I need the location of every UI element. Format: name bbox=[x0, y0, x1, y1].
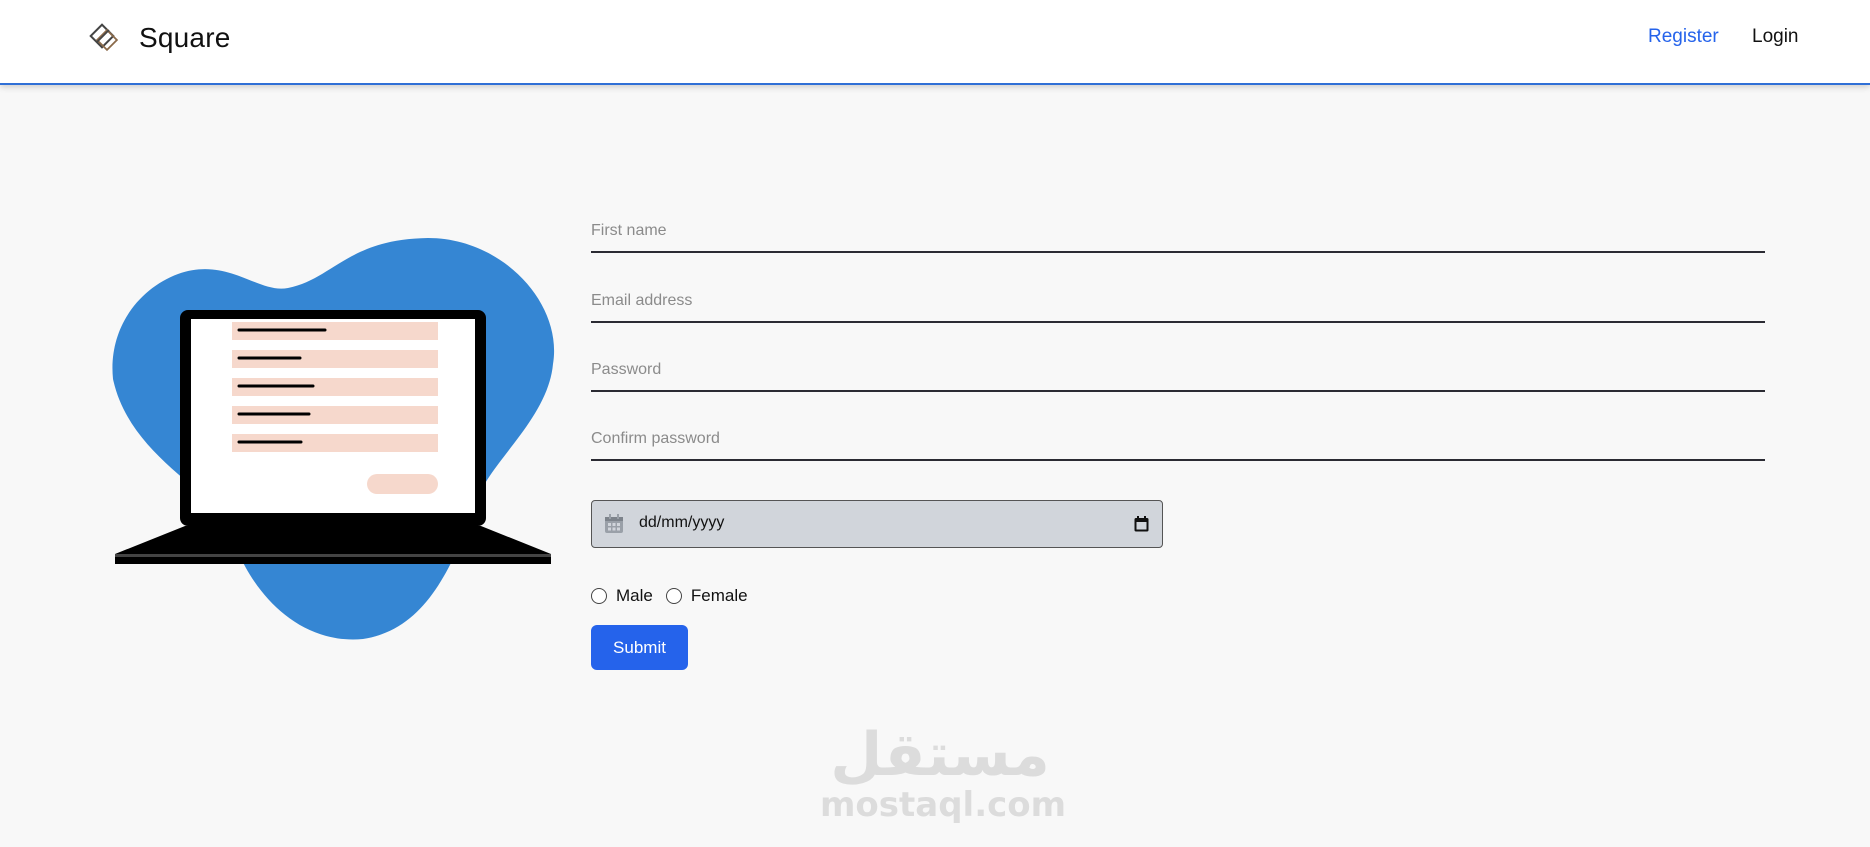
date-of-birth-input[interactable]: dd/mm/yyyy bbox=[591, 500, 1163, 548]
square-logo-icon bbox=[89, 23, 119, 52]
watermark-arabic: مستقل bbox=[830, 720, 1050, 790]
confirm-password-input[interactable] bbox=[591, 419, 1765, 459]
password-field[interactable] bbox=[591, 350, 1765, 392]
first-name-field[interactable] bbox=[591, 211, 1765, 253]
register-link[interactable]: Register bbox=[1648, 26, 1719, 48]
confirm-password-field[interactable] bbox=[591, 419, 1765, 461]
watermark-latin: mostaql.com bbox=[820, 785, 1067, 825]
submit-button[interactable]: Submit bbox=[591, 625, 688, 670]
watermark: مستقل mostaql.com bbox=[820, 720, 1067, 825]
login-link[interactable]: Login bbox=[1752, 26, 1799, 48]
calendar-icon bbox=[605, 514, 623, 533]
email-input[interactable] bbox=[591, 281, 1765, 321]
email-field[interactable] bbox=[591, 281, 1765, 323]
navbar: Square Register Login bbox=[0, 0, 1870, 85]
brand[interactable]: Square bbox=[88, 20, 231, 56]
laptop-illustration bbox=[112, 238, 555, 640]
calendar-picker-icon[interactable] bbox=[1134, 516, 1149, 532]
date-value: dd/mm/yyyy bbox=[639, 514, 725, 531]
first-name-input[interactable] bbox=[591, 211, 1765, 251]
gender-radio-group: Male Female bbox=[591, 586, 761, 606]
laptop-base bbox=[115, 526, 551, 564]
password-input[interactable] bbox=[591, 350, 1765, 390]
radio-female[interactable] bbox=[665, 588, 682, 604]
brand-name: Square bbox=[139, 22, 231, 53]
radio-male-label: Male bbox=[616, 586, 653, 605]
radio-female-label: Female bbox=[690, 586, 748, 605]
radio-male[interactable] bbox=[591, 588, 607, 604]
